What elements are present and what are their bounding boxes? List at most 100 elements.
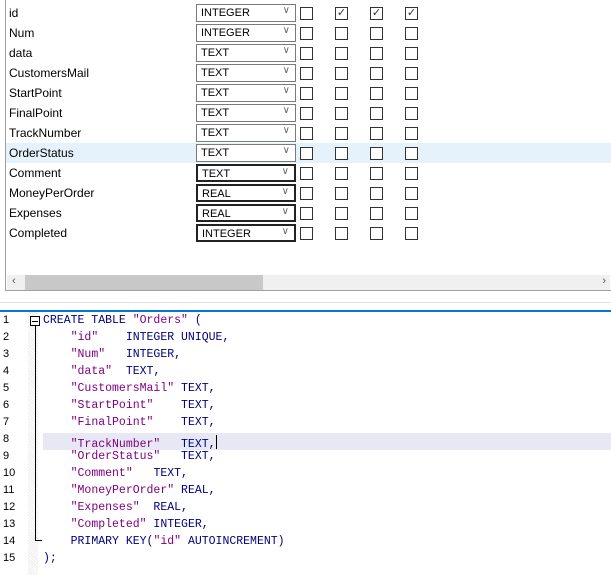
column-flag-checkbox[interactable] (405, 227, 418, 240)
column-flag-checkbox[interactable] (300, 107, 313, 120)
column-name[interactable]: TrackNumber (9, 126, 81, 140)
column-name[interactable]: OrderStatus (9, 146, 74, 160)
column-row[interactable]: MoneyPerOrder REAL ∨ (6, 183, 611, 203)
column-flag-checkbox[interactable] (300, 47, 313, 60)
column-name[interactable]: Expenses (9, 206, 62, 220)
column-row[interactable]: Expenses REAL ∨ (6, 203, 611, 223)
column-row[interactable]: Completed INTEGER ∨ (6, 223, 611, 243)
splitter[interactable] (0, 302, 611, 303)
code-line[interactable]: "MoneyPerOrder" REAL, (43, 484, 216, 497)
column-flag-checkbox[interactable] (405, 107, 418, 120)
column-row[interactable]: TrackNumber TEXT ∨ (6, 123, 611, 143)
column-flag-checkbox[interactable] (300, 167, 313, 180)
code-line[interactable]: "OrderStatus" TEXT, (43, 450, 216, 463)
column-flag-checkbox[interactable] (300, 87, 313, 100)
type-combobox[interactable]: TEXT ∨ (196, 164, 296, 182)
column-name[interactable]: data (9, 46, 32, 60)
column-flag-checkbox[interactable] (370, 147, 383, 160)
column-flag-checkbox[interactable] (335, 127, 348, 140)
code-line[interactable]: "FinalPoint" TEXT, (43, 416, 216, 429)
column-flag-checkbox[interactable]: ✓ (335, 7, 348, 20)
code-line[interactable]: "StartPoint" TEXT, (43, 399, 216, 412)
code-line[interactable]: "data" TEXT, (43, 365, 161, 378)
code-line[interactable]: "Comment" TEXT, (43, 467, 188, 480)
type-combobox[interactable]: INTEGER ∨ (196, 24, 296, 42)
column-flag-checkbox[interactable] (370, 47, 383, 60)
type-combobox[interactable]: TEXT ∨ (196, 144, 296, 162)
fold-collapse-icon[interactable] (30, 316, 40, 326)
type-combobox[interactable]: TEXT ∨ (196, 124, 296, 142)
column-flag-checkbox[interactable] (370, 227, 383, 240)
column-flag-checkbox[interactable] (405, 187, 418, 200)
column-flag-checkbox[interactable] (370, 67, 383, 80)
sql-editor[interactable]: 1 CREATE TABLE "Orders" (2 "id" INTEGER U… (0, 310, 611, 575)
type-combobox[interactable]: TEXT ∨ (196, 44, 296, 62)
column-flag-checkbox[interactable] (405, 147, 418, 160)
column-flag-checkbox[interactable] (300, 67, 313, 80)
code-line[interactable]: "TrackNumber" TEXT, (43, 433, 217, 451)
column-name[interactable]: Num (9, 26, 34, 40)
column-flag-checkbox[interactable] (335, 87, 348, 100)
column-flag-checkbox[interactable] (405, 167, 418, 180)
column-flag-checkbox[interactable]: ✓ (405, 7, 418, 20)
column-flag-checkbox[interactable] (335, 147, 348, 160)
code-line[interactable]: "id" INTEGER UNIQUE, (43, 331, 230, 344)
code-line[interactable]: PRIMARY KEY("id" AUTOINCREMENT) (43, 535, 285, 548)
type-combobox[interactable]: TEXT ∨ (196, 84, 296, 102)
column-flag-checkbox[interactable] (335, 67, 348, 80)
column-flag-checkbox[interactable] (370, 107, 383, 120)
column-row[interactable]: FinalPoint TEXT ∨ (6, 103, 611, 123)
column-flag-checkbox[interactable] (370, 187, 383, 200)
code-line[interactable]: CREATE TABLE "Orders" ( (43, 314, 202, 327)
code-line[interactable]: "CustomersMail" TEXT, (43, 382, 216, 395)
column-name[interactable]: Comment (9, 166, 61, 180)
column-flag-checkbox[interactable] (300, 227, 313, 240)
column-flag-checkbox[interactable] (370, 207, 383, 220)
column-row[interactable]: Comment TEXT ∨ (6, 163, 611, 183)
code-line[interactable]: "Completed" INTEGER, (43, 518, 209, 531)
column-name[interactable]: CustomersMail (9, 66, 89, 80)
code-line[interactable]: "Expenses" REAL, (43, 501, 188, 514)
type-combobox[interactable]: INTEGER ∨ (196, 224, 296, 242)
column-flag-checkbox[interactable] (370, 87, 383, 100)
column-flag-checkbox[interactable] (335, 227, 348, 240)
type-combobox[interactable]: TEXT ∨ (196, 64, 296, 82)
column-flag-checkbox[interactable] (405, 27, 418, 40)
column-name[interactable]: MoneyPerOrder (9, 186, 94, 200)
column-row[interactable]: data TEXT ∨ (6, 43, 611, 63)
column-flag-checkbox[interactable] (300, 127, 313, 140)
column-flag-checkbox[interactable] (300, 187, 313, 200)
column-flag-checkbox[interactable] (405, 47, 418, 60)
scrollbar-thumb[interactable] (25, 275, 263, 290)
column-flag-checkbox[interactable] (405, 207, 418, 220)
column-flag-checkbox[interactable] (300, 7, 313, 20)
column-flag-checkbox[interactable]: ✓ (370, 7, 383, 20)
column-flag-checkbox[interactable] (335, 207, 348, 220)
column-name[interactable]: Completed (9, 226, 67, 240)
column-flag-checkbox[interactable] (335, 107, 348, 120)
column-flag-checkbox[interactable] (335, 47, 348, 60)
column-name[interactable]: FinalPoint (9, 106, 62, 120)
column-flag-checkbox[interactable] (300, 207, 313, 220)
column-flag-checkbox[interactable] (335, 27, 348, 40)
horizontal-scrollbar[interactable]: ‹ › (7, 275, 610, 290)
type-combobox[interactable]: REAL ∨ (196, 204, 296, 222)
code-line[interactable]: "Num" INTEGER, (43, 348, 181, 361)
column-name[interactable]: id (9, 6, 18, 20)
column-flag-checkbox[interactable] (370, 27, 383, 40)
column-row[interactable]: OrderStatus TEXT ∨ (6, 143, 611, 163)
column-flag-checkbox[interactable] (405, 127, 418, 140)
type-combobox[interactable]: TEXT ∨ (196, 104, 296, 122)
column-flag-checkbox[interactable] (335, 187, 348, 200)
chevron-left-icon[interactable]: ‹ (12, 275, 16, 287)
column-name[interactable]: StartPoint (9, 86, 62, 100)
column-row[interactable]: Num INTEGER ∨ (6, 23, 611, 43)
column-flag-checkbox[interactable] (405, 87, 418, 100)
column-flag-checkbox[interactable] (335, 167, 348, 180)
column-flag-checkbox[interactable] (370, 167, 383, 180)
type-combobox[interactable]: INTEGER ∨ (196, 4, 296, 22)
column-flag-checkbox[interactable] (300, 147, 313, 160)
type-combobox[interactable]: REAL ∨ (196, 184, 296, 202)
column-flag-checkbox[interactable] (405, 67, 418, 80)
column-row[interactable]: CustomersMail TEXT ∨ (6, 63, 611, 83)
